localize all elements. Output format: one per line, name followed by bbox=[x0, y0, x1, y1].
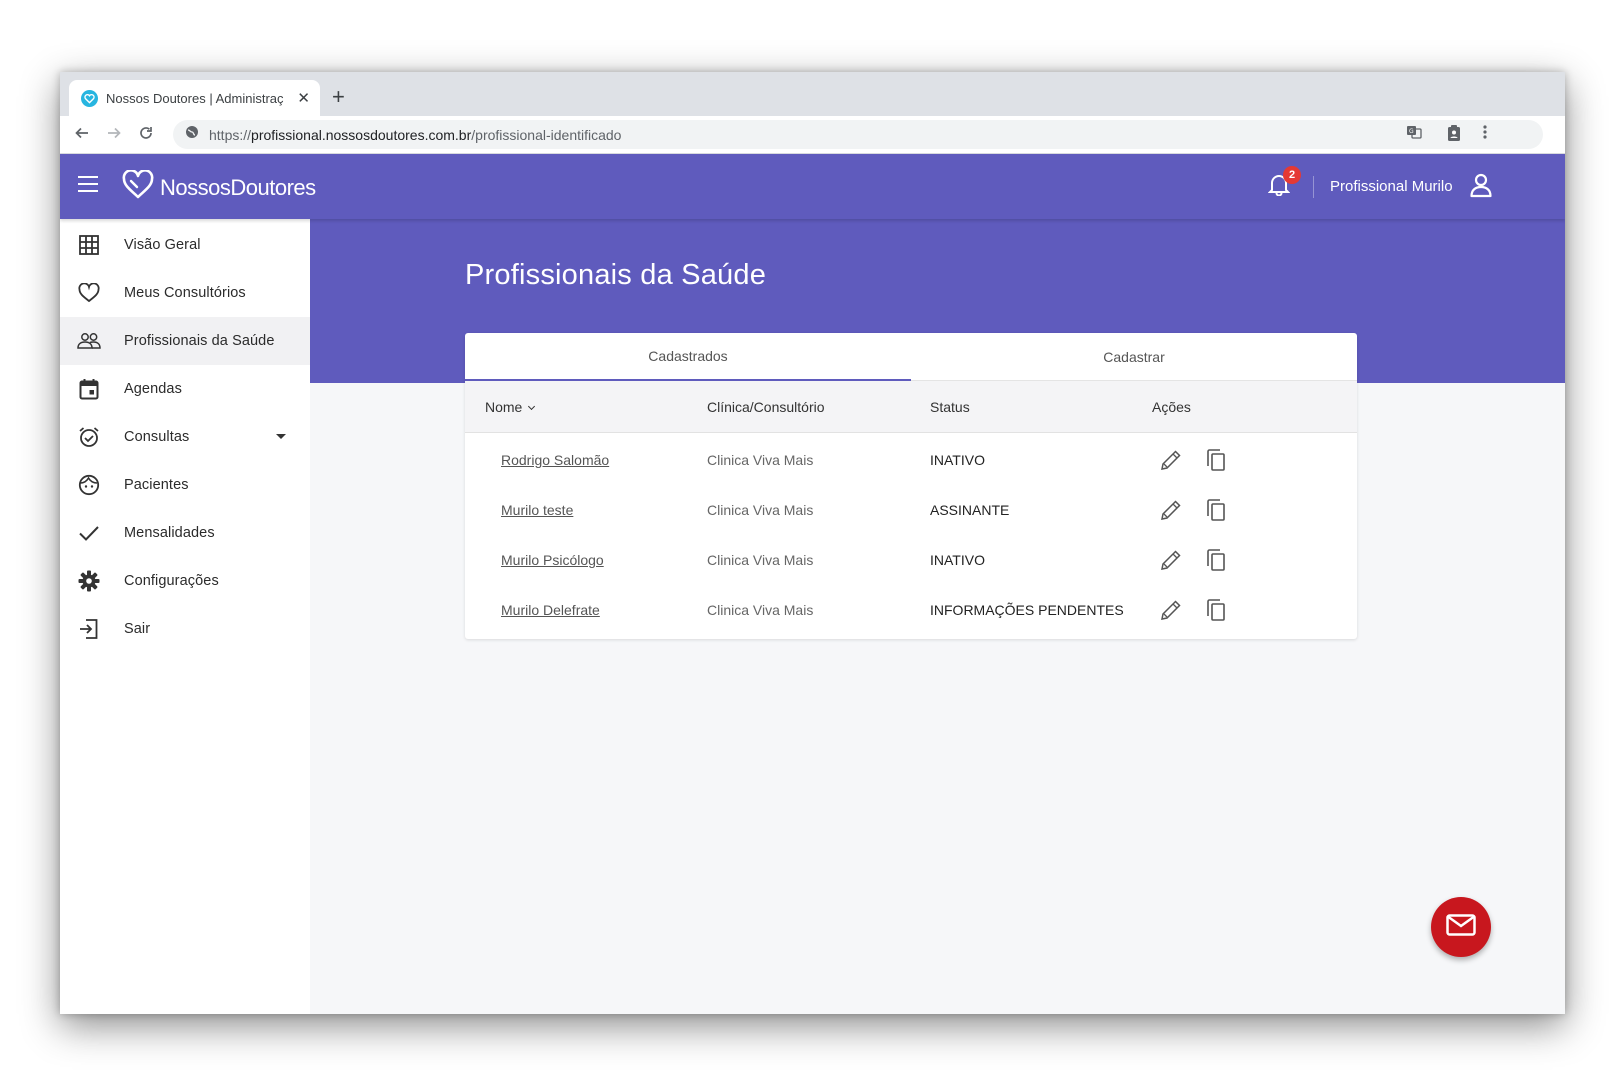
page-title: Profissionais da Saúde bbox=[465, 259, 767, 291]
site-info-icon[interactable] bbox=[185, 125, 199, 144]
bell-icon bbox=[1267, 175, 1291, 200]
sidebar-item-visao-geral[interactable]: Visão Geral bbox=[60, 221, 310, 269]
sidebar-item-agendas[interactable]: Agendas bbox=[60, 365, 310, 413]
edit-pencil-icon[interactable] bbox=[1157, 546, 1185, 574]
exit-icon bbox=[77, 617, 101, 641]
url-field[interactable]: https://profissional.nossosdoutores.com.… bbox=[173, 120, 1543, 149]
copy-icon[interactable] bbox=[1202, 596, 1230, 624]
sort-chevron-icon bbox=[528, 402, 536, 411]
reload-icon[interactable] bbox=[138, 125, 154, 146]
tab-title: Nossos Doutores | Administraç bbox=[106, 90, 284, 106]
professional-name-link[interactable]: Rodrigo Salomão bbox=[501, 452, 609, 468]
extension-icon[interactable] bbox=[1446, 124, 1462, 146]
professionals-card: Cadastrados Cadastrar Nome Clínica/Consu… bbox=[465, 333, 1357, 639]
sidebar-item-label: Consultas bbox=[124, 429, 190, 445]
copy-icon[interactable] bbox=[1202, 546, 1230, 574]
table-row: Murilo Delefrate Clinica Viva Mais INFOR… bbox=[465, 585, 1357, 635]
card-tabs: Cadastrados Cadastrar bbox=[465, 333, 1357, 381]
face-icon bbox=[77, 473, 101, 497]
url-scheme: https:// bbox=[209, 126, 252, 143]
status-cell: INATIVO bbox=[930, 552, 985, 568]
favicon-icon bbox=[81, 89, 98, 107]
browser-tabbar: Nossos Doutores | Administraç ✕ + bbox=[60, 72, 1565, 116]
clinic-cell: Clinica Viva Mais bbox=[707, 502, 814, 518]
sidebar-item-label: Visão Geral bbox=[124, 237, 201, 253]
status-cell: ASSINANTE bbox=[930, 502, 1010, 518]
people-icon bbox=[77, 329, 101, 353]
professional-name-link[interactable]: Murilo Delefrate bbox=[501, 602, 600, 618]
table-header: Nome Clínica/Consultório Status Ações bbox=[465, 381, 1357, 433]
translate-icon[interactable]: G bbox=[1406, 124, 1422, 144]
clinic-cell: Clinica Viva Mais bbox=[707, 602, 814, 618]
url-host: profissional.nossosdoutores.com.br bbox=[251, 126, 472, 143]
copy-icon[interactable] bbox=[1202, 496, 1230, 524]
column-header-acoes: Ações bbox=[1152, 399, 1191, 415]
new-tab-button[interactable]: + bbox=[332, 84, 345, 110]
sidebar-item-label: Configurações bbox=[124, 573, 219, 589]
url-path: /profissional-identificado bbox=[471, 126, 622, 143]
edit-pencil-icon[interactable] bbox=[1157, 446, 1185, 474]
sidebar-item-label: Mensalidades bbox=[124, 525, 215, 541]
heart-icon bbox=[77, 281, 101, 305]
professional-name-link[interactable]: Murilo teste bbox=[501, 502, 573, 518]
dropdown-caret-icon[interactable] bbox=[276, 434, 286, 439]
sidebar-item-mensalidades[interactable]: Mensalidades bbox=[60, 509, 310, 557]
sidebar-item-label: Agendas bbox=[124, 381, 182, 397]
sidebar-item-configuracoes[interactable]: Configurações bbox=[60, 557, 310, 605]
sidebar-item-profissionais-da-saude[interactable]: Profissionais da Saúde bbox=[60, 317, 310, 365]
browser-menu-icon[interactable] bbox=[1482, 124, 1488, 144]
edit-pencil-icon[interactable] bbox=[1157, 496, 1185, 524]
contact-fab-button[interactable] bbox=[1431, 897, 1491, 957]
column-header-nome[interactable]: Nome bbox=[485, 399, 536, 415]
clinic-cell: Clinica Viva Mais bbox=[707, 552, 814, 568]
column-header-clinica: Clínica/Consultório bbox=[707, 399, 825, 415]
notifications-button[interactable]: 2 bbox=[1267, 166, 1301, 201]
mail-icon bbox=[1446, 913, 1476, 941]
forward-icon[interactable] bbox=[106, 125, 122, 146]
notification-badge: 2 bbox=[1283, 166, 1301, 184]
sidebar-item-pacientes[interactable]: Pacientes bbox=[60, 461, 310, 509]
header-divider bbox=[1313, 176, 1314, 198]
user-icon[interactable] bbox=[1469, 172, 1493, 203]
svg-text:G: G bbox=[1409, 128, 1414, 135]
tab-cadastrados[interactable]: Cadastrados bbox=[465, 333, 911, 381]
address-bar: https://profissional.nossosdoutores.com.… bbox=[60, 116, 1565, 154]
clinic-cell: Clinica Viva Mais bbox=[707, 452, 814, 468]
sidebar-item-label: Sair bbox=[124, 621, 151, 637]
sidebar-item-label: Pacientes bbox=[124, 477, 189, 493]
brand-logo[interactable]: NossosDoutores bbox=[122, 169, 316, 205]
sidebar-item-meus-consultorios[interactable]: Meus Consultórios bbox=[60, 269, 310, 317]
alarm-icon bbox=[77, 425, 101, 449]
sidebar: Visão Geral Meus Consultórios Profission… bbox=[60, 219, 310, 1014]
grid-icon bbox=[77, 233, 101, 257]
sidebar-item-label: Profissionais da Saúde bbox=[124, 333, 275, 349]
calendar-icon bbox=[77, 377, 101, 401]
table-row: Murilo Psicólogo Clinica Viva Mais INATI… bbox=[465, 535, 1357, 585]
check-icon bbox=[77, 521, 101, 545]
copy-icon[interactable] bbox=[1202, 446, 1230, 474]
column-header-status: Status bbox=[930, 399, 970, 415]
table-row: Rodrigo Salomão Clinica Viva Mais INATIV… bbox=[465, 435, 1357, 485]
brand-name: NossosDoutores bbox=[160, 174, 316, 200]
tab-cadastrar[interactable]: Cadastrar bbox=[911, 333, 1357, 381]
professional-name-link[interactable]: Murilo Psicólogo bbox=[501, 552, 604, 568]
back-icon[interactable] bbox=[74, 125, 90, 146]
app-header: NossosDoutores 2 Profissional Murilo bbox=[60, 154, 1565, 219]
user-name[interactable]: Profissional Murilo bbox=[1330, 178, 1453, 195]
heart-logo-icon bbox=[122, 169, 154, 205]
tab-close-icon[interactable]: ✕ bbox=[297, 89, 310, 107]
sidebar-item-consultas[interactable]: Consultas bbox=[60, 413, 310, 461]
status-cell: INFORMAÇÕES PENDENTES bbox=[930, 602, 1124, 618]
sidebar-item-sair[interactable]: Sair bbox=[60, 605, 310, 653]
gear-icon bbox=[77, 569, 101, 593]
browser-window: Nossos Doutores | Administraç ✕ + https:… bbox=[60, 72, 1565, 1014]
status-cell: INATIVO bbox=[930, 452, 985, 468]
table-row: Murilo teste Clinica Viva Mais ASSINANTE bbox=[465, 485, 1357, 535]
edit-pencil-icon[interactable] bbox=[1157, 596, 1185, 624]
sidebar-item-label: Meus Consultórios bbox=[124, 285, 246, 301]
browser-tab[interactable]: Nossos Doutores | Administraç ✕ bbox=[69, 80, 320, 116]
menu-icon[interactable] bbox=[78, 176, 98, 197]
